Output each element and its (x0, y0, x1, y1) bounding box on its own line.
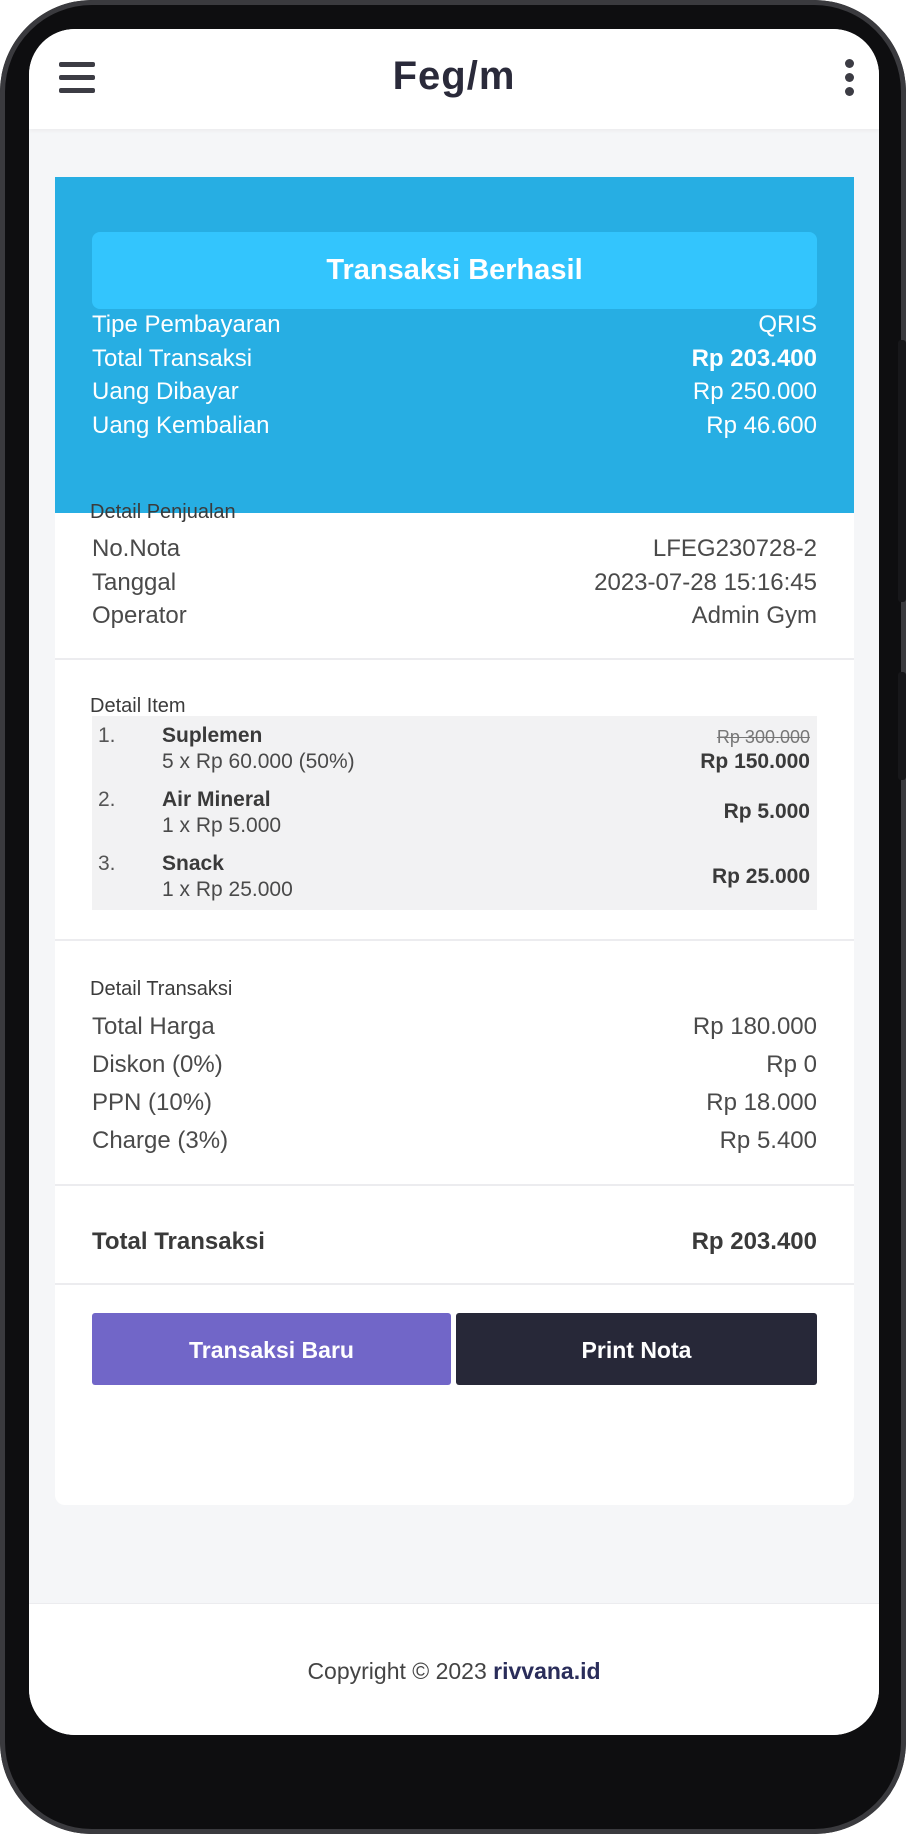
item-quantity: 1 x Rp 5.000 (162, 814, 282, 837)
side-button (898, 672, 906, 780)
summary-value: Rp 46.600 (706, 412, 817, 439)
receipt-card: Transaksi Berhasil Tipe Pembayaran QRIS … (55, 177, 854, 1505)
copyright-label: Copyright © 2023 (307, 1658, 487, 1684)
grand-total-value: Rp 203.400 (691, 1228, 817, 1255)
divider (55, 1283, 854, 1285)
summary-label: Total Transaksi (92, 345, 253, 372)
item-name: Air Mineral (162, 788, 271, 811)
summary-label: Uang Dibayar (92, 378, 239, 405)
items-list: 1. Suplemen 5 x Rp 60.000 (50%) Rp 300.0… (92, 716, 817, 910)
list-item: 2. Air Mineral 1 x Rp 5.000 Rp 5.000 (92, 788, 817, 848)
success-banner: Transaksi Berhasil (92, 232, 817, 309)
item-original-price: Rp 300.000 (716, 727, 810, 747)
copyright-text: Copyright © 2023 rivvana.id (29, 1658, 879, 1685)
list-item: 1. Suplemen 5 x Rp 60.000 (50%) Rp 300.0… (92, 724, 817, 784)
sales-value: Admin Gym (691, 602, 817, 629)
summary-row (92, 455, 817, 489)
footer-link[interactable]: rivvana.id (493, 1658, 600, 1684)
item-price: Rp 25.000 (711, 865, 810, 888)
summary-row-total: Total Transaksi Rp 203.400 (92, 342, 817, 376)
item-price: Rp 150.000 (700, 750, 810, 773)
print-receipt-button[interactable]: Print Nota (456, 1313, 817, 1385)
summary-row-paid: Uang Dibayar Rp 250.000 (92, 375, 817, 409)
item-quantity: 1 x Rp 25.000 (162, 878, 293, 901)
more-options-icon[interactable] (843, 59, 855, 99)
section-title-transaction: Detail Transaksi (90, 978, 233, 1000)
screen: Feg/m Transaksi Berhasil Tipe Pembayaran… (29, 29, 879, 1735)
app-header: Feg/m (29, 29, 879, 129)
item-number: 3. (98, 852, 116, 875)
summary-row-payment-type: Tipe Pembayaran QRIS (92, 308, 817, 342)
transaction-label: PPN (10%) (92, 1089, 213, 1116)
transaction-label: Charge (3%) (92, 1127, 229, 1154)
transaction-row-discount: Diskon (0%) Rp 0 (92, 1048, 817, 1082)
sales-row-date: Tanggal 2023-07-28 15:16:45 (92, 566, 817, 600)
app-logo: Feg/m (392, 54, 516, 98)
transaction-label: Total Harga (92, 1013, 215, 1040)
transaction-value: Rp 180.000 (692, 1013, 817, 1040)
side-button (898, 340, 906, 602)
section-title-sales: Detail Penjualan (90, 501, 236, 523)
footer: Copyright © 2023 rivvana.id (29, 1603, 879, 1735)
list-item: 3. Snack 1 x Rp 25.000 Rp 25.000 (92, 852, 817, 912)
grand-total-row: Total Transaksi Rp 203.400 (92, 1224, 817, 1260)
sales-value: LFEG230728-2 (652, 535, 817, 562)
summary-value: Rp 250.000 (692, 378, 817, 405)
transaction-row-subtotal: Total Harga Rp 180.000 (92, 1010, 817, 1044)
transaction-value: Rp 18.000 (706, 1089, 817, 1116)
summary-row-change: Uang Kembalian Rp 46.600 (92, 409, 817, 443)
sales-label: No.Nota (92, 535, 181, 562)
summary-label: Uang Kembalian (92, 412, 270, 439)
phone-frame: Feg/m Transaksi Berhasil Tipe Pembayaran… (0, 0, 906, 1834)
item-name: Suplemen (162, 724, 263, 747)
item-number: 1. (98, 724, 116, 747)
divider (55, 939, 854, 941)
summary-label: Tipe Pembayaran (92, 311, 281, 338)
transaction-label: Diskon (0%) (92, 1051, 223, 1078)
transaction-value: Rp 5.400 (719, 1127, 817, 1154)
item-quantity: 5 x Rp 60.000 (50%) (162, 750, 355, 773)
item-name: Snack (162, 852, 224, 875)
sales-label: Operator (92, 602, 187, 629)
new-transaction-button[interactable]: Transaksi Baru (92, 1313, 451, 1385)
grand-total-label: Total Transaksi (92, 1228, 265, 1255)
transaction-value: Rp 0 (766, 1051, 817, 1078)
sales-value: 2023-07-28 15:16:45 (594, 569, 817, 596)
transaction-row-tax: PPN (10%) Rp 18.000 (92, 1086, 817, 1120)
item-price: Rp 5.000 (723, 800, 810, 823)
sales-label: Tanggal (92, 569, 177, 596)
transaction-row-charge: Charge (3%) Rp 5.400 (92, 1124, 817, 1158)
summary-value: Rp 203.400 (691, 345, 817, 372)
summary-value: QRIS (758, 311, 817, 338)
sales-row-operator: Operator Admin Gym (92, 599, 817, 633)
divider (55, 658, 854, 660)
divider (55, 1184, 854, 1186)
item-number: 2. (98, 788, 116, 811)
sales-row-invoice: No.Nota LFEG230728-2 (92, 532, 817, 566)
section-title-items: Detail Item (90, 695, 186, 717)
